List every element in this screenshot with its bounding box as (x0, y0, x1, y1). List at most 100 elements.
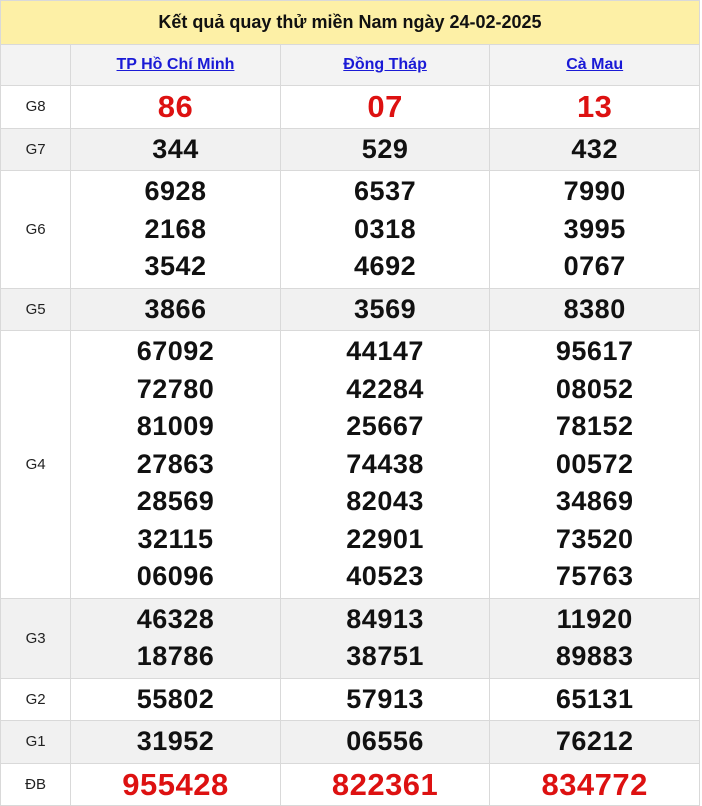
prize-row-g7: G7 344 529 432 (0, 127, 700, 171)
prize-number: 32115 (137, 523, 214, 554)
prize-number: 28569 (136, 486, 215, 516)
province-link-dong-thap[interactable]: Đồng Tháp (343, 56, 427, 73)
prize-number: 95617 (555, 336, 634, 366)
prize-cell: 31952 (70, 720, 281, 764)
prize-number: 27863 (136, 448, 215, 479)
prize-cell: 834772 (489, 762, 700, 806)
prize-number: 46328 (136, 603, 215, 634)
prize-number: 834772 (541, 766, 648, 802)
prize-number: 2168 (144, 213, 207, 244)
prize-cell: 6537 0318 4692 (279, 170, 491, 289)
prize-label: G3 (0, 597, 72, 679)
province-link-hcm[interactable]: TP Hồ Chí Minh (117, 56, 235, 73)
prize-number: 8380 (563, 293, 626, 324)
prize-rows: G8 86 07 13 G7 344 529 432 G6 6928 2168 3542 6537 031… (0, 85, 700, 806)
prize-number: 72780 (136, 373, 215, 404)
prize-cell: 06556 (279, 720, 491, 764)
prize-number: 18786 (136, 641, 215, 671)
prize-cell: 344 (70, 127, 281, 171)
prize-row-g5: G5 3866 3569 8380 (0, 287, 700, 331)
prize-number: 955428 (122, 766, 229, 802)
prize-number: 31952 (136, 726, 215, 756)
prize-number: 73520 (555, 523, 634, 554)
prize-cell: 8380 (489, 287, 700, 331)
prize-number: 76212 (555, 726, 634, 756)
prize-row-đb: ĐB 955428 822361 834772 (0, 762, 700, 806)
prize-number: 84913 (346, 603, 424, 634)
prize-label: G4 (0, 330, 72, 599)
prize-row-g2: G2 55802 57913 65131 (0, 677, 700, 721)
prize-number: 822361 (331, 766, 439, 802)
prize-cell: 67092 72780 81009 27863 28569 32115 06096 (70, 330, 281, 599)
prize-number: 81009 (136, 411, 215, 441)
prize-cell: 95617 08052 78152 00572 34869 73520 75763 (489, 330, 700, 599)
prize-label: G1 (0, 720, 72, 764)
results-panel: Kết quả quay thử miền Nam ngày 24-02-202… (0, 0, 700, 806)
prize-label: G2 (0, 677, 72, 721)
prize-number: 00572 (555, 448, 634, 479)
prize-number: 3569 (354, 293, 417, 324)
prize-number: 07 (367, 89, 403, 124)
prize-number: 75763 (555, 561, 634, 591)
prize-cell: 86 (70, 85, 281, 129)
prize-cell: 46328 18786 (70, 597, 281, 679)
prize-label: G7 (0, 127, 72, 171)
prize-row-g8: G8 86 07 13 (0, 85, 700, 129)
prize-number: 89883 (555, 641, 634, 671)
prize-cell: 13 (489, 85, 700, 129)
province-header: Cà Mau (489, 44, 700, 86)
prize-number: 44147 (346, 336, 424, 366)
prize-cell: 3569 (279, 287, 491, 331)
prize-number: 11920 (556, 603, 633, 634)
results-table: TP Hồ Chí Minh Đồng Tháp Cà Mau G8 86 07 13… (0, 44, 700, 806)
province-link-ca-mau[interactable]: Cà Mau (566, 56, 623, 73)
prize-number: 08052 (555, 373, 634, 404)
province-header: Đồng Tháp (279, 44, 491, 86)
prize-number: 86 (157, 89, 194, 124)
prize-number: 4692 (354, 251, 417, 281)
prize-number: 3866 (144, 293, 207, 324)
prize-number: 06556 (346, 726, 424, 756)
prize-number: 344 (152, 133, 199, 164)
prize-cell: 65131 (489, 677, 700, 721)
prize-number: 57913 (346, 683, 424, 714)
prize-cell: 57913 (279, 677, 491, 721)
prize-row-g6: G6 6928 2168 3542 6537 0318 4692 7990 3995 0767 (0, 170, 700, 289)
prize-cell: 44147 42284 25667 74438 82043 22901 40523 (279, 330, 491, 599)
prize-number: 40523 (346, 561, 424, 591)
prize-number: 34869 (555, 486, 634, 516)
prize-cell: 55802 (70, 677, 281, 721)
prize-number: 78152 (555, 411, 634, 441)
prize-number: 65131 (555, 683, 634, 714)
prize-number: 22901 (346, 523, 424, 554)
prize-cell: 07 (279, 85, 491, 129)
prize-number: 67092 (136, 336, 215, 366)
prize-number: 6928 (144, 176, 207, 206)
prize-number: 82043 (346, 486, 424, 516)
prize-cell: 822361 (279, 762, 491, 806)
prize-number: 432 (571, 133, 618, 164)
prize-row-g4: G4 67092 72780 81009 27863 28569 32115 06096 441… (0, 330, 700, 599)
prize-cell: 529 (279, 127, 491, 171)
prize-label: G5 (0, 287, 72, 331)
prize-number: 42284 (346, 373, 424, 404)
prize-cell: 432 (489, 127, 700, 171)
prize-row-g3: G3 46328 18786 84913 38751 11920 89883 (0, 597, 700, 679)
prize-number: 529 (361, 133, 409, 164)
prize-cell: 6928 2168 3542 (70, 170, 281, 289)
prize-cell: 76212 (489, 720, 700, 764)
prize-number: 38751 (346, 641, 424, 671)
prize-row-g1: G1 31952 06556 76212 (0, 720, 700, 764)
prize-number: 13 (576, 89, 613, 124)
prize-cell: 7990 3995 0767 (489, 170, 700, 289)
prize-number: 74438 (346, 448, 424, 479)
prize-label: G8 (0, 85, 72, 129)
prize-number: 06096 (136, 561, 215, 591)
province-header: TP Hồ Chí Minh (70, 44, 281, 86)
prize-number: 0318 (354, 213, 417, 244)
prize-cell: 84913 38751 (279, 597, 491, 679)
prize-number: 0767 (563, 251, 626, 281)
header-corner (0, 44, 72, 86)
prize-number: 55802 (136, 683, 215, 714)
page-title: Kết quả quay thử miền Nam ngày 24-02-202… (0, 0, 700, 44)
